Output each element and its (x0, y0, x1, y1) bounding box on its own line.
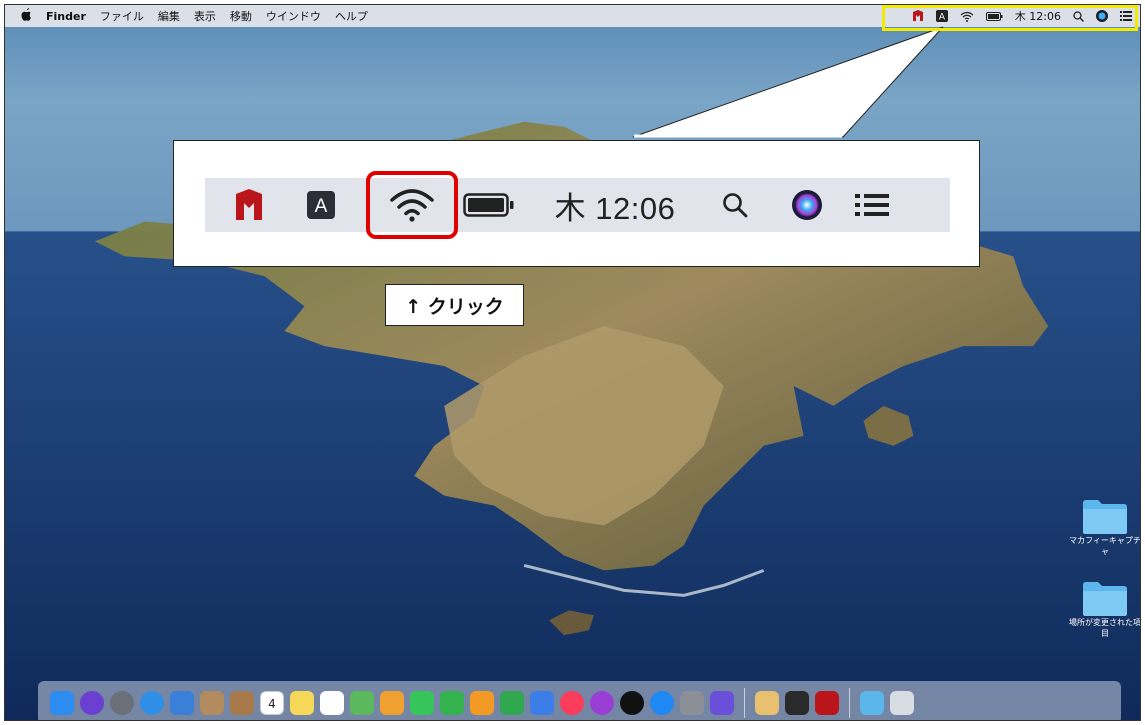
dock: 4 (38, 681, 1121, 720)
quicktime-icon[interactable] (785, 690, 809, 715)
callout-pointer (632, 26, 944, 138)
reminders-icon[interactable] (320, 690, 344, 715)
dock-separator (744, 687, 745, 718)
appletv-icon[interactable] (620, 690, 644, 715)
folder-icon (1082, 497, 1128, 535)
spotlight-search-icon (715, 178, 755, 232)
desktop-folder-relocated-items[interactable]: 場所が変更された項目 (1069, 579, 1141, 639)
folder-icon (1082, 579, 1128, 617)
trash-icon[interactable] (890, 690, 914, 715)
siri-icon[interactable] (80, 690, 104, 715)
desktop-folder-mcafee-capture[interactable]: マカフィーキャプチャ (1069, 497, 1141, 557)
appstore-icon[interactable] (650, 690, 674, 715)
maps-icon[interactable] (350, 690, 374, 715)
folder-label: 場所が変更された項目 (1069, 618, 1141, 638)
zoomed-status-menus: A 木 12:06 (173, 140, 980, 267)
safari-icon[interactable] (140, 690, 164, 715)
mcafee-icon (230, 178, 268, 232)
notification-center-icon (850, 178, 894, 232)
music-icon[interactable] (560, 690, 584, 715)
launchpad-icon[interactable] (110, 690, 134, 715)
wifi-icon[interactable] (366, 171, 458, 239)
pages-icon[interactable] (470, 690, 494, 715)
keynote-icon[interactable] (530, 690, 554, 715)
podcasts-icon[interactable] (590, 690, 614, 715)
preview-icon[interactable] (755, 690, 779, 715)
mcafee-icon[interactable] (815, 690, 839, 715)
screen: Finder ファイル 編集 表示 移動 ウインドウ ヘルプ A 木 12:06 (4, 4, 1141, 721)
click-instruction-label: ↑ クリック (385, 284, 524, 326)
battery-icon (459, 178, 519, 232)
finder-icon[interactable] (50, 690, 74, 715)
notes-book-icon[interactable] (230, 690, 254, 715)
downloads-folder-icon[interactable] (860, 690, 884, 715)
messages-icon[interactable] (410, 690, 434, 715)
numbers-icon[interactable] (500, 690, 524, 715)
imovie-icon[interactable] (710, 690, 734, 715)
notes-icon[interactable] (290, 690, 314, 715)
wifi-highlight-ring (366, 171, 458, 239)
zoomed-clock: 木 12:06 (554, 190, 676, 226)
system-preferences-icon[interactable] (680, 690, 704, 715)
dock-separator (849, 687, 850, 718)
siri-icon (785, 178, 829, 232)
input-method-icon: A (303, 178, 339, 232)
mail-icon[interactable] (170, 690, 194, 715)
contacts-icon[interactable] (200, 690, 224, 715)
photos-icon[interactable] (380, 690, 404, 715)
zoomed-menu-bar: A 木 12:06 (205, 171, 950, 239)
calendar-icon[interactable]: 4 (260, 690, 284, 715)
facetime-icon[interactable] (440, 690, 464, 715)
ime-letter: A (315, 196, 328, 217)
folder-label: マカフィーキャプチャ (1069, 536, 1141, 556)
